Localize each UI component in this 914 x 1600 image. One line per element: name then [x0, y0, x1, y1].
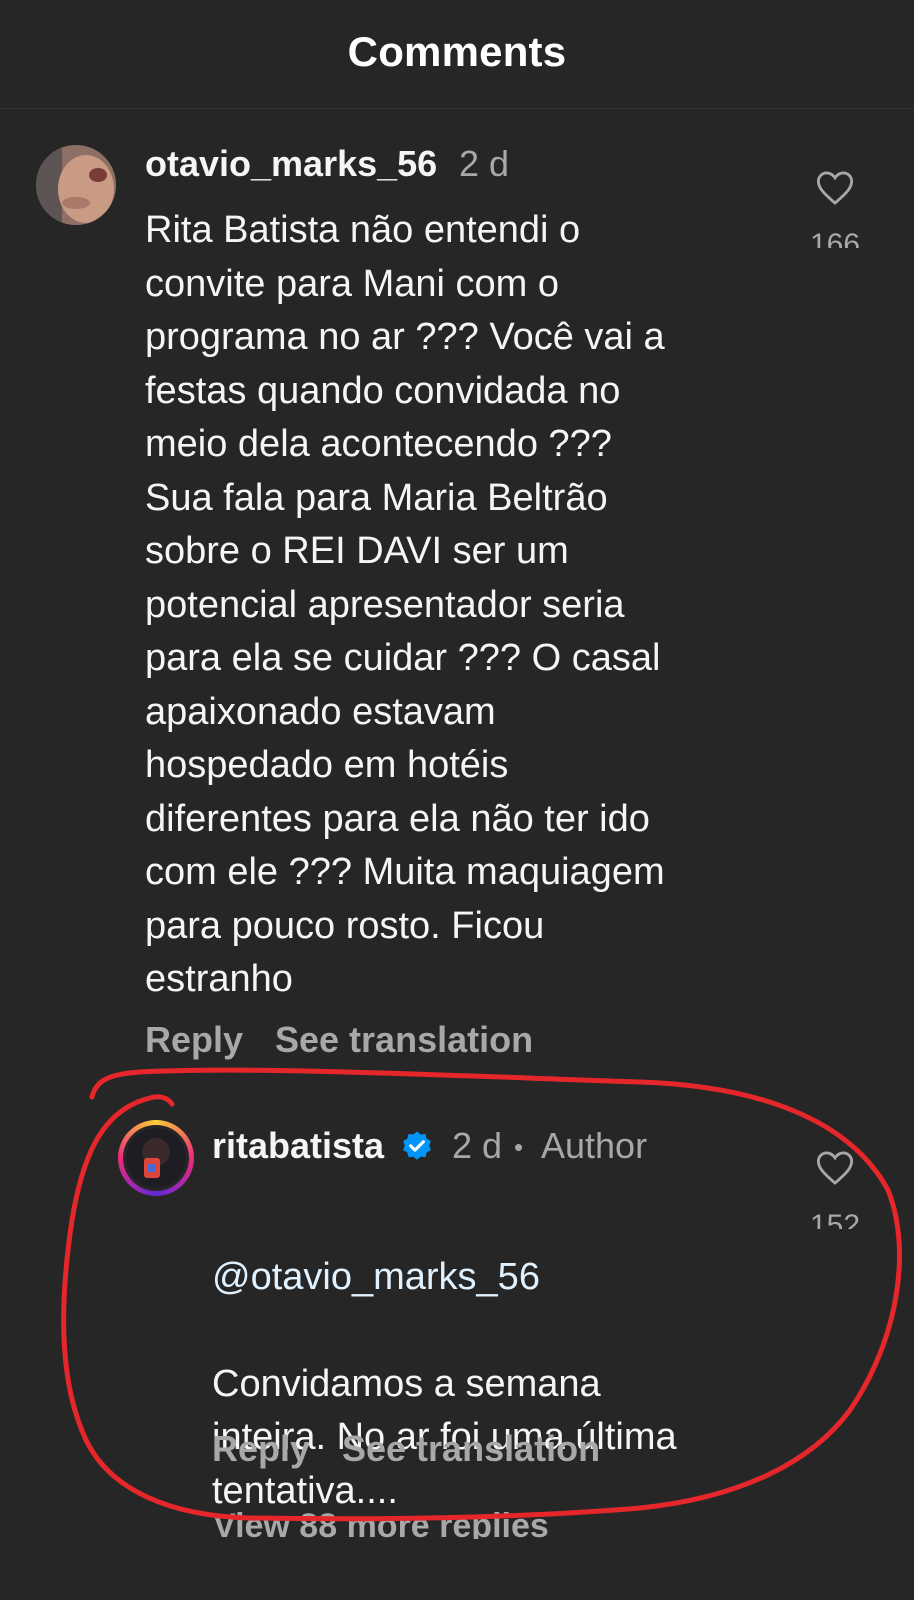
verified-badge-icon	[403, 1131, 431, 1160]
reply-button[interactable]: Reply	[212, 1428, 310, 1470]
meta-separator: •	[514, 1132, 524, 1162]
like-count: 166	[809, 228, 861, 248]
user-avatar-photo-icon	[36, 145, 116, 225]
story-ring-avatar-icon	[126, 1128, 186, 1188]
comments-header: Comments	[0, 0, 914, 109]
see-translation-button[interactable]: See translation	[275, 1019, 533, 1061]
mention-link[interactable]: @otavio_marks_56	[212, 1256, 540, 1298]
comment-time: 2 d	[459, 143, 510, 184]
commenter-avatar[interactable]	[36, 145, 116, 225]
reply-button[interactable]: Reply	[145, 1019, 243, 1061]
reply-time: 2 d	[452, 1125, 503, 1166]
like-count: 152	[809, 1209, 861, 1229]
reply-avatar[interactable]	[123, 1125, 189, 1191]
reply-username[interactable]: ritabatista	[212, 1125, 384, 1167]
heart-icon[interactable]	[816, 170, 854, 206]
page-title: Comments	[347, 28, 567, 75]
comment-username[interactable]: otavio_marks_56	[145, 143, 437, 185]
comment-text: Rita Batista não entendi o convite para …	[145, 209, 665, 1000]
see-translation-button[interactable]: See translation	[342, 1428, 600, 1470]
heart-icon[interactable]	[816, 1150, 854, 1186]
view-more-replies-button[interactable]: View 88 more replies	[213, 1505, 549, 1539]
author-label: Author	[541, 1125, 648, 1166]
